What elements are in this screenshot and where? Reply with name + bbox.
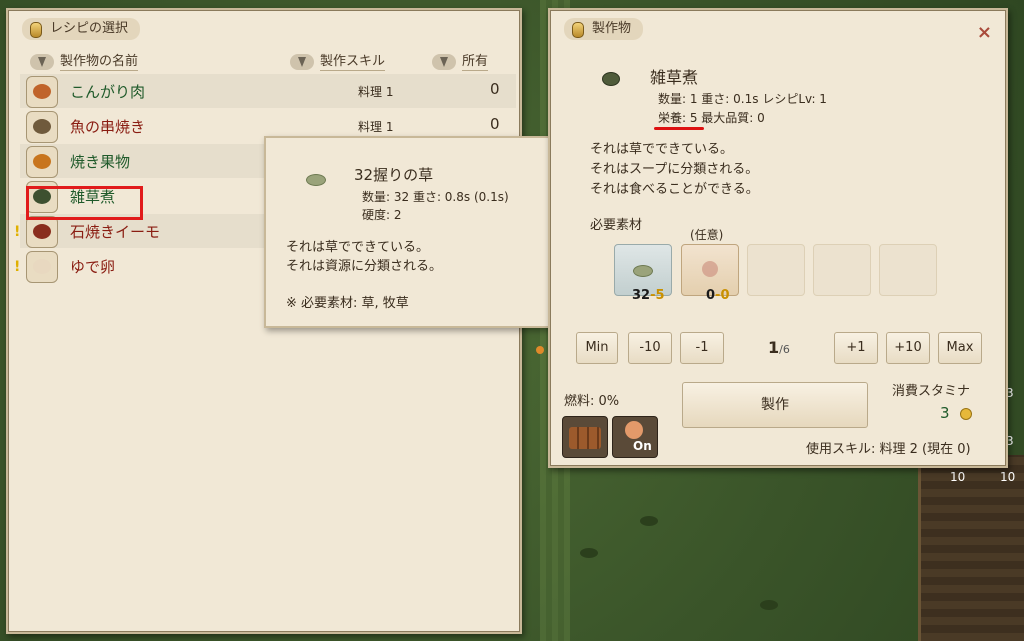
max-button[interactable]: Max	[938, 332, 982, 364]
quantity-display: 1/6	[768, 338, 790, 357]
column-skill-label: 製作スキル	[320, 54, 386, 71]
recipe-row[interactable]: こんがり肉 料理 1 0	[20, 74, 516, 108]
recipe-name: 魚の串焼き	[70, 118, 146, 136]
food-icon	[33, 154, 51, 169]
food-icon	[33, 84, 51, 99]
craft-button[interactable]: 製作	[682, 382, 868, 428]
selected-recipe-highlight	[26, 186, 143, 220]
min-button[interactable]: Min	[576, 332, 618, 364]
hud-number: 10	[1000, 470, 1016, 484]
tooltip-hardness: 硬度: 2	[362, 208, 402, 222]
material-slot-empty[interactable]	[813, 244, 871, 296]
recipe-owned-count: 0	[490, 80, 500, 98]
sort-icon	[290, 53, 314, 70]
grass-icon	[633, 265, 653, 277]
fuel-status: 燃料: 0%	[564, 394, 620, 409]
bush	[580, 548, 598, 558]
tooltip-stats: 数量: 32 重さ: 0.8s (0.1s)	[362, 190, 509, 204]
crafting-panel: 製作物 × 雑草煮 数量: 1 重さ: 0.1s レシピLv: 1 栄養: 5 …	[548, 8, 1008, 468]
warning-icon: !	[14, 259, 21, 275]
flower	[536, 346, 544, 354]
slot1-count: 32-5	[632, 288, 665, 303]
warning-icon: !	[14, 224, 21, 240]
recipe-item-icon	[26, 76, 58, 108]
recipe-item-icon	[26, 251, 58, 283]
bush	[640, 516, 658, 526]
recipe-name: 石焼きイーモ	[70, 223, 161, 241]
sort-by-skill-header[interactable]: 製作スキル	[290, 52, 386, 72]
recipe-item-icon	[26, 111, 58, 143]
nutrition-highlight	[654, 127, 704, 130]
pin-icon	[30, 22, 42, 38]
craft-description: それは食べることができる。	[590, 182, 759, 197]
recipe-skill: 料理 1	[358, 120, 394, 134]
tooltip-description: それは草でできている。	[286, 240, 430, 255]
material-slot-empty[interactable]	[879, 244, 937, 296]
firewood-button[interactable]	[562, 416, 608, 458]
tooltip-description: それは資源に分類される。	[286, 259, 443, 274]
craft-stats: 数量: 1 重さ: 0.1s レシピLv: 1	[658, 92, 827, 106]
recipe-panel-title: レシピの選択	[22, 18, 141, 40]
recipe-item-icon	[26, 216, 58, 248]
recipe-name: ゆで卵	[70, 258, 116, 276]
craft-panel-title-text: 製作物	[592, 21, 632, 36]
recipe-owned-count: 0	[490, 115, 500, 133]
food-icon	[33, 224, 51, 239]
recipe-name: 焼き果物	[70, 153, 131, 171]
hud-number: 10	[950, 470, 966, 484]
sort-by-owned-header[interactable]: 所有	[432, 52, 489, 72]
materials-label: 必要素材	[590, 218, 643, 233]
food-icon	[33, 259, 51, 274]
grass-icon	[306, 174, 326, 186]
craft-description: それはスープに分類される。	[590, 162, 759, 177]
tooltip-item-name: 32握りの草	[354, 166, 434, 184]
craft-nutrition: 栄養: 5 最大品質: 0	[658, 111, 765, 125]
stamina-label: 消費スタミナ	[892, 384, 971, 399]
toggle-state: On	[633, 439, 652, 453]
item-tooltip: 32握りの草 数量: 32 重さ: 0.8s (0.1s) 硬度: 2 それは草…	[264, 136, 586, 328]
stamina-icon	[960, 408, 972, 420]
recipe-item-icon	[26, 146, 58, 178]
skill-info: 使用スキル: 料理 2 (現在 0)	[806, 442, 971, 457]
minus-1-button[interactable]: -1	[680, 332, 724, 364]
column-owned-label: 所有	[462, 54, 489, 71]
meat-icon	[702, 261, 718, 277]
firewood-icon	[569, 427, 601, 449]
craft-panel-title: 製作物	[564, 18, 644, 40]
optional-label: (任意)	[690, 228, 724, 242]
minus-10-button[interactable]: -10	[628, 332, 672, 364]
recipe-panel-title-text: レシピの選択	[50, 21, 129, 36]
column-name-label: 製作物の名前	[60, 54, 139, 71]
sort-icon	[432, 53, 456, 70]
craft-item-name: 雑草煮	[650, 68, 699, 87]
plus-10-button[interactable]: +10	[886, 332, 930, 364]
close-button[interactable]: ×	[977, 22, 992, 43]
craft-description: それは草でできている。	[590, 142, 734, 157]
recipe-name: こんがり肉	[70, 83, 146, 101]
plus-1-button[interactable]: +1	[834, 332, 878, 364]
food-icon	[33, 119, 51, 134]
fire-icon	[625, 421, 643, 439]
sort-by-name-header[interactable]: 製作物の名前	[30, 52, 139, 72]
auto-fuel-toggle[interactable]: On	[612, 416, 658, 458]
slot2-count: 0-0	[706, 288, 730, 303]
tooltip-materials: ※ 必要素材: 草, 牧草	[286, 296, 409, 311]
bush	[760, 600, 778, 610]
sort-icon	[30, 53, 54, 70]
material-slot-empty[interactable]	[747, 244, 805, 296]
stamina-value: 3	[940, 404, 950, 422]
pin-icon	[572, 22, 584, 38]
recipe-skill: 料理 1	[358, 85, 394, 99]
weed-stew-icon	[602, 72, 620, 86]
